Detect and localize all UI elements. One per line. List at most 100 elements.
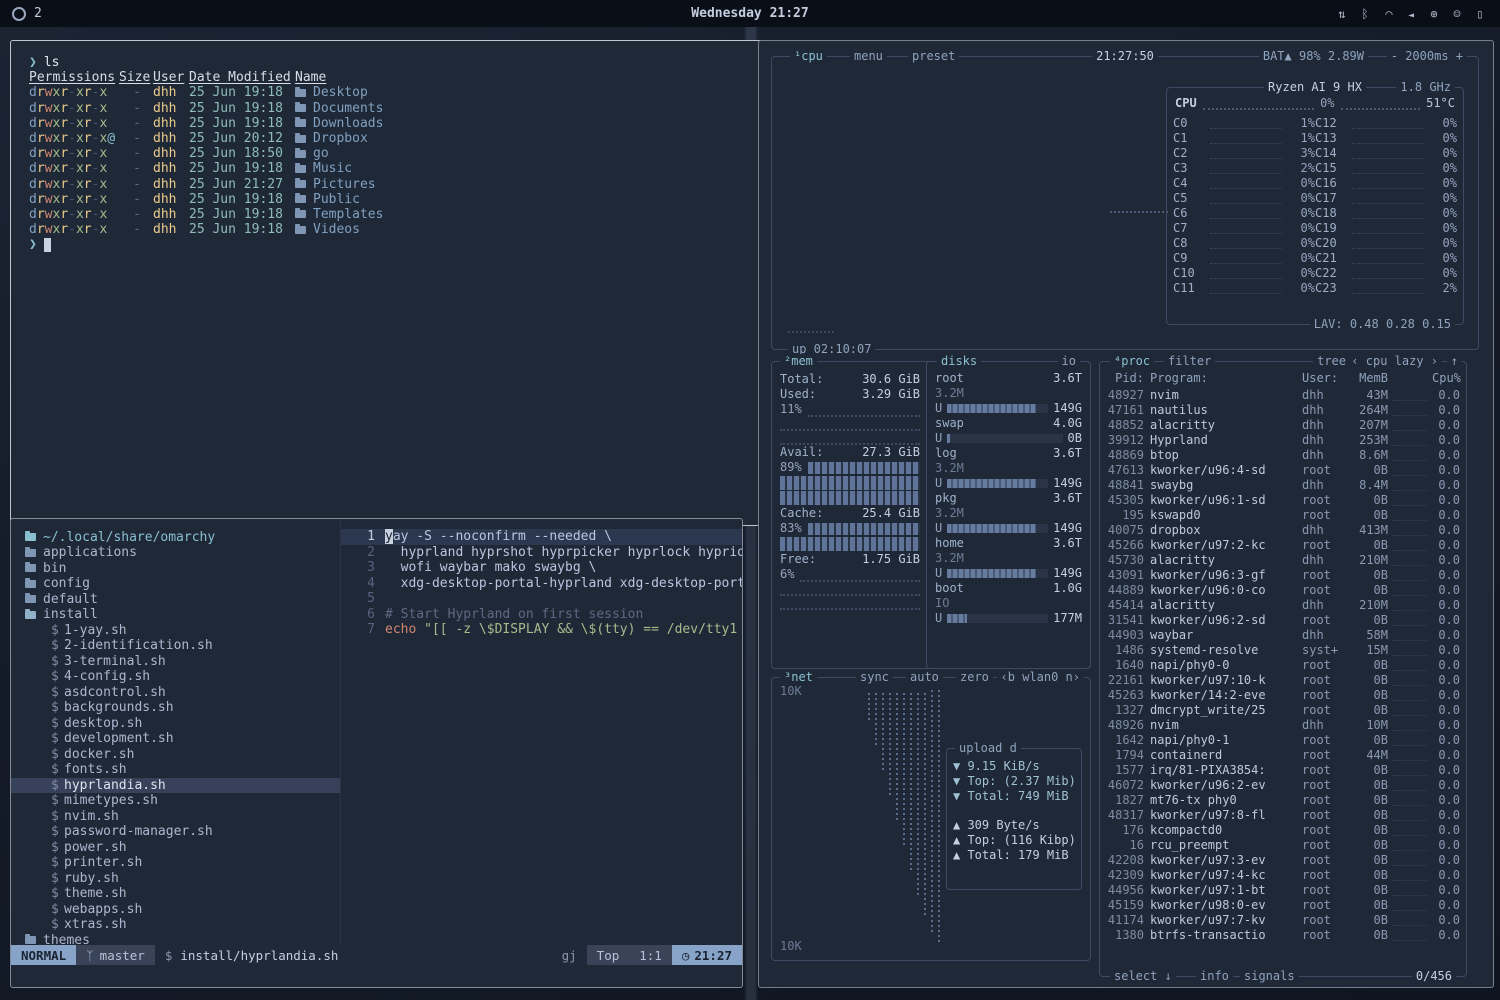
process-row[interactable]: 45263 kworker/14:2-eve root 0B 0.0 xyxy=(1106,688,1460,703)
file-tree-item[interactable]: 2-identification.sh xyxy=(11,638,340,654)
process-row[interactable]: 46072 kworker/u96:2-ev root 0B 0.0 xyxy=(1106,778,1460,793)
file-tree-item[interactable]: asdcontrol.sh xyxy=(11,685,340,701)
tree-toggle-button[interactable]: tree xyxy=(1313,354,1350,369)
file-tree-item[interactable]: 3-terminal.sh xyxy=(11,654,340,670)
net-interface-selector[interactable]: ‹b wlan0 n› xyxy=(997,670,1084,685)
bluetooth-icon[interactable] xyxy=(1359,7,1371,21)
col-user[interactable]: User: xyxy=(1302,371,1348,386)
file-tree-item[interactable]: bin xyxy=(11,561,340,577)
file-tree-item[interactable]: hyprlandia.sh xyxy=(11,778,340,794)
net-sync-button[interactable]: sync xyxy=(856,670,893,685)
file-tree-item[interactable]: 1-yay.sh xyxy=(11,623,340,639)
info-hint[interactable]: info xyxy=(1196,969,1233,984)
process-row[interactable]: 45414 alacritty dhh 210M 0.0 xyxy=(1106,598,1460,613)
editor-window[interactable]: ~/.local/share/omarchy applications bin … xyxy=(10,518,743,988)
filter-button[interactable]: filter xyxy=(1164,354,1215,369)
process-row[interactable]: 31541 kworker/u96:2-sd root 0B 0.0 xyxy=(1106,613,1460,628)
process-row[interactable]: 48927 nvim dhh 43M 0.0 xyxy=(1106,388,1460,403)
file-tree-item[interactable]: printer.sh xyxy=(11,855,340,871)
process-row[interactable]: 44956 kworker/u97:1-bt root 0B 0.0 xyxy=(1106,883,1460,898)
file-tree-item[interactable]: install xyxy=(11,607,340,623)
file-tree-item[interactable]: fonts.sh xyxy=(11,762,340,778)
process-row[interactable]: 45305 kworker/u96:1-sd root 0B 0.0 xyxy=(1106,493,1460,508)
file-tree-item[interactable]: development.sh xyxy=(11,731,340,747)
network-icon[interactable] xyxy=(1428,7,1440,21)
file-tree-item[interactable]: nvim.sh xyxy=(11,809,340,825)
signals-hint[interactable]: signals xyxy=(1240,969,1299,984)
file-tree-item[interactable]: password-manager.sh xyxy=(11,824,340,840)
select-hint[interactable]: select ↓ xyxy=(1110,969,1176,984)
file-tree-item[interactable]: 4-config.sh xyxy=(11,669,340,685)
sort-selector[interactable]: ‹ cpu lazy › xyxy=(1347,354,1442,369)
net-box-title[interactable]: ³net xyxy=(780,670,817,685)
process-row[interactable]: 41174 kworker/u97:7-kv root 0B 0.0 xyxy=(1106,913,1460,928)
prompt-line-empty[interactable]: ❯ xyxy=(29,237,763,252)
process-row[interactable]: 47161 nautilus dhh 264M 0.0 xyxy=(1106,403,1460,418)
process-row[interactable]: 16 rcu_preempt root 0B 0.0 xyxy=(1106,838,1460,853)
user-icon[interactable] xyxy=(1451,7,1463,21)
process-row[interactable]: 1380 btrfs-transactio root 0B 0.0 xyxy=(1106,928,1460,943)
net-zero-button[interactable]: zero xyxy=(956,670,993,685)
col-cpu[interactable]: Cpu% xyxy=(1432,371,1460,386)
system-monitor-window[interactable]: ¹cpu menu preset 21:27:50 BAT▲ 98% 2.89W… xyxy=(758,40,1494,988)
file-tree-item[interactable]: themes xyxy=(11,933,340,946)
terminal-window[interactable]: ❯ ls Permissions Size User Date Modified… xyxy=(10,40,764,526)
battery-icon[interactable] xyxy=(1474,7,1486,21)
updates-icon[interactable] xyxy=(1336,7,1348,21)
process-row[interactable]: 1642 napi/phy0-1 root 0B 0.0 xyxy=(1106,733,1460,748)
process-row[interactable]: 1486 systemd-resolve syst+ 15M 0.0 xyxy=(1106,643,1460,658)
process-row[interactable]: 1327 dmcrypt_write/25 root 0B 0.0 xyxy=(1106,703,1460,718)
preset-button[interactable]: preset xyxy=(908,49,959,64)
disks-box-title[interactable]: disks xyxy=(937,354,981,369)
process-row[interactable]: 48926 nvim dhh 10M 0.0 xyxy=(1106,718,1460,733)
file-tree-item[interactable]: backgrounds.sh xyxy=(11,700,340,716)
clock[interactable]: Wednesday 21:27 xyxy=(691,6,808,21)
col-pid[interactable]: Pid: xyxy=(1106,371,1150,386)
process-row[interactable]: 1640 napi/phy0-0 root 0B 0.0 xyxy=(1106,658,1460,673)
file-tree-item[interactable]: docker.sh xyxy=(11,747,340,763)
process-row[interactable]: 48852 alacritty dhh 207M 0.0 xyxy=(1106,418,1460,433)
cpu-box-title[interactable]: ¹cpu xyxy=(790,49,827,64)
process-row[interactable]: 176 kcompactd0 root 0B 0.0 xyxy=(1106,823,1460,838)
process-row[interactable]: 43091 kworker/u96:3-gf root 0B 0.0 xyxy=(1106,568,1460,583)
col-memory[interactable]: MemB xyxy=(1348,371,1388,386)
file-tree-item[interactable]: xtras.sh xyxy=(11,917,340,933)
file-tree-item[interactable]: default xyxy=(11,592,340,608)
file-tree-item[interactable]: ruby.sh xyxy=(11,871,340,887)
process-row[interactable]: 47613 kworker/u96:4-sd root 0B 0.0 xyxy=(1106,463,1460,478)
workspace-indicator[interactable]: 2 xyxy=(0,6,42,21)
process-row[interactable]: 1827 mt76-tx phy0 root 0B 0.0 xyxy=(1106,793,1460,808)
volume-icon[interactable] xyxy=(1405,7,1417,21)
process-row[interactable]: 44903 waybar dhh 58M 0.0 xyxy=(1106,628,1460,643)
process-row[interactable]: 42208 kworker/u97:3-ev root 0B 0.0 xyxy=(1106,853,1460,868)
proc-box-title[interactable]: ⁴proc xyxy=(1110,354,1154,369)
process-row[interactable]: 39912 Hyprland dhh 253M 0.0 xyxy=(1106,433,1460,448)
file-tree-item[interactable]: theme.sh xyxy=(11,886,340,902)
process-row[interactable]: 22161 kworker/u97:10-k root 0B 0.0 xyxy=(1106,673,1460,688)
file-tree-item[interactable]: applications xyxy=(11,545,340,561)
file-tree-item[interactable]: mimetypes.sh xyxy=(11,793,340,809)
process-row[interactable]: 42309 kworker/u97:4-kc root 0B 0.0 xyxy=(1106,868,1460,883)
net-auto-button[interactable]: auto xyxy=(906,670,943,685)
menu-button[interactable]: menu xyxy=(850,49,887,64)
file-tree-item[interactable]: config xyxy=(11,576,340,592)
file-tree-root[interactable]: ~/.local/share/omarchy xyxy=(11,529,340,545)
mem-box-title[interactable]: ²mem xyxy=(780,354,817,369)
file-tree-item[interactable]: webapps.sh xyxy=(11,902,340,918)
process-row[interactable]: 45159 kworker/u98:0-ev root 0B 0.0 xyxy=(1106,898,1460,913)
process-row[interactable]: 48869 btop dhh 8.6M 0.0 xyxy=(1106,448,1460,463)
process-row[interactable]: 1577 irq/81-PIXA3854: root 0B 0.0 xyxy=(1106,763,1460,778)
process-row[interactable]: 48317 kworker/u97:8-fl root 0B 0.0 xyxy=(1106,808,1460,823)
workspace-number[interactable]: 2 xyxy=(34,6,42,21)
process-row[interactable]: 44889 kworker/u96:0-co root 0B 0.0 xyxy=(1106,583,1460,598)
update-interval-control[interactable]: - 2000ms + xyxy=(1387,49,1467,64)
col-program[interactable]: Program: xyxy=(1150,371,1302,386)
process-row[interactable]: 1794 containerd root 44M 0.0 xyxy=(1106,748,1460,763)
process-row[interactable]: 48841 swaybg dhh 8.4M 0.0 xyxy=(1106,478,1460,493)
process-row[interactable]: 40075 dropbox dhh 413M 0.0 xyxy=(1106,523,1460,538)
editor-buffer[interactable]: 1yay -S --noconfirm --needed \ 2 hyprlan… xyxy=(341,519,742,945)
io-mode-button[interactable]: io xyxy=(1058,354,1080,369)
process-row[interactable]: 45730 alacritty dhh 210M 0.0 xyxy=(1106,553,1460,568)
wifi-icon[interactable] xyxy=(1382,7,1394,21)
scroll-up-icon[interactable]: ↑ xyxy=(1447,354,1462,369)
